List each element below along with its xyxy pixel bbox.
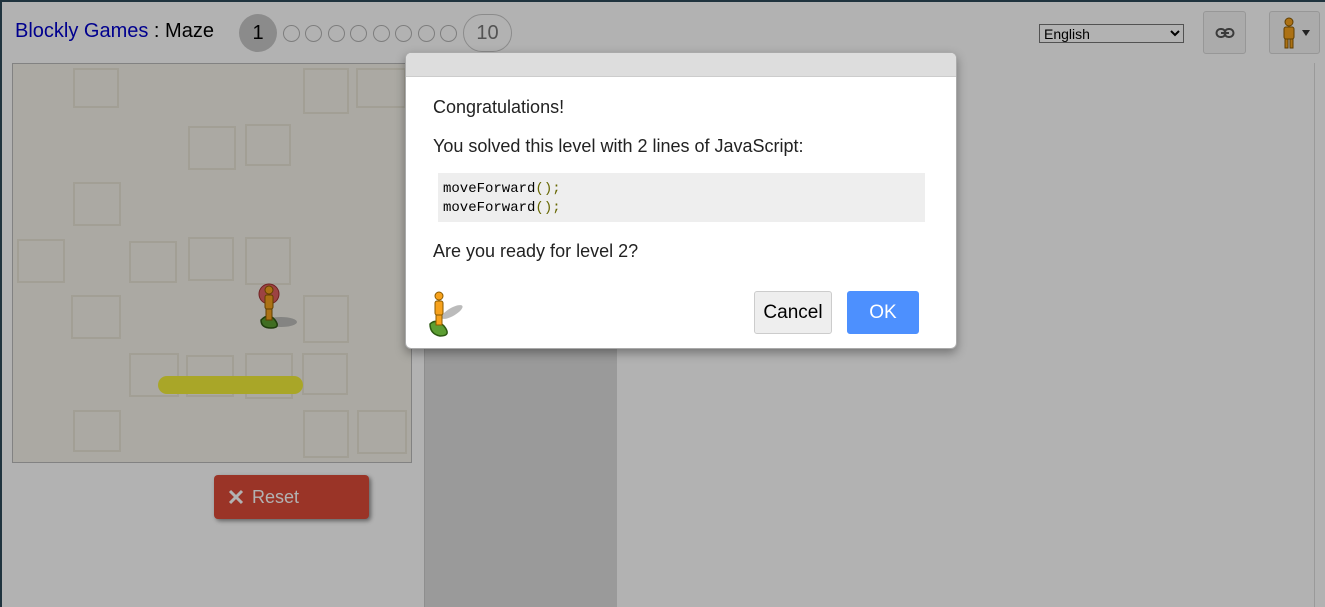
dialog-question: Are you ready for level 2?: [433, 241, 639, 261]
cancel-button[interactable]: Cancel: [754, 291, 832, 334]
pegman-icon: [429, 291, 463, 337]
dialog-header[interactable]: [406, 53, 956, 77]
code-fn: moveForward: [443, 181, 536, 197]
dialog-congrats: Congratulations!: [433, 97, 565, 117]
code-block: moveForward(); moveForward();: [438, 173, 925, 222]
code-parens: ();: [535, 200, 561, 216]
code-fn: moveForward: [443, 200, 536, 216]
code-line: moveForward();: [443, 180, 920, 199]
code-line: moveForward();: [443, 199, 920, 218]
congratulations-dialog: Congratulations! You solved this level w…: [405, 52, 957, 349]
ok-button[interactable]: OK: [847, 291, 919, 334]
dialog-solved-text: You solved this level with 2 lines of Ja…: [433, 136, 804, 156]
code-parens: ();: [535, 181, 561, 197]
